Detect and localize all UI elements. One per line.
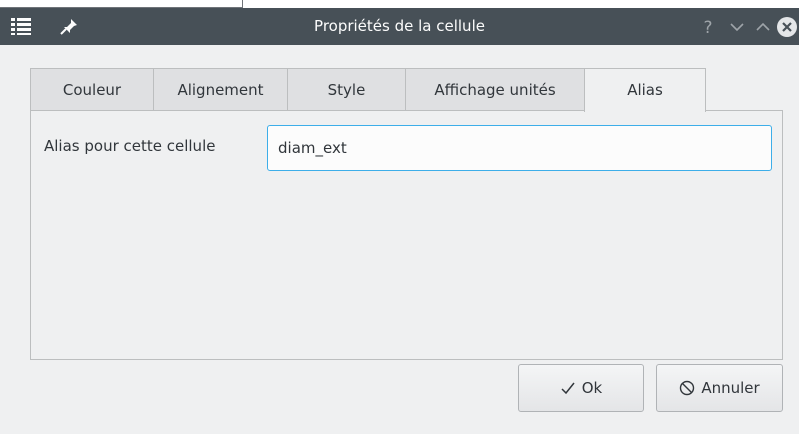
alias-input[interactable] (267, 125, 772, 171)
background-window-edge (0, 0, 243, 8)
help-icon[interactable]: ? (697, 16, 719, 38)
ok-button[interactable]: Ok (518, 364, 644, 412)
checkmark-icon (560, 380, 576, 396)
window-title: Propriétés de la cellule (314, 17, 485, 35)
tab-bar: Couleur Alignement Style Affichage unité… (30, 68, 706, 112)
alias-tab-panel: Alias pour cette cellule (30, 110, 783, 360)
tab-style[interactable]: Style (287, 68, 405, 110)
chevron-down-icon[interactable] (726, 16, 748, 38)
cancel-button-label: Annuler (701, 379, 760, 397)
tab-affichage-unites[interactable]: Affichage unités (405, 68, 584, 110)
cancel-button[interactable]: Annuler (656, 364, 783, 412)
tab-alignement[interactable]: Alignement (153, 68, 287, 110)
tab-widget: Couleur Alignement Style Affichage unité… (30, 68, 783, 360)
title-bar[interactable]: Propriétés de la cellule ? (0, 8, 799, 45)
cancel-icon (679, 380, 695, 396)
ok-button-label: Ok (581, 379, 603, 397)
tab-couleur[interactable]: Couleur (30, 68, 153, 110)
tab-alias[interactable]: Alias (584, 68, 706, 112)
close-icon[interactable] (776, 16, 798, 38)
alias-field-label: Alias pour cette cellule (44, 137, 216, 155)
chevron-up-icon[interactable] (752, 16, 774, 38)
svg-text:?: ? (703, 18, 712, 38)
cell-properties-dialog: Propriétés de la cellule ? Couleur Align… (0, 8, 799, 434)
